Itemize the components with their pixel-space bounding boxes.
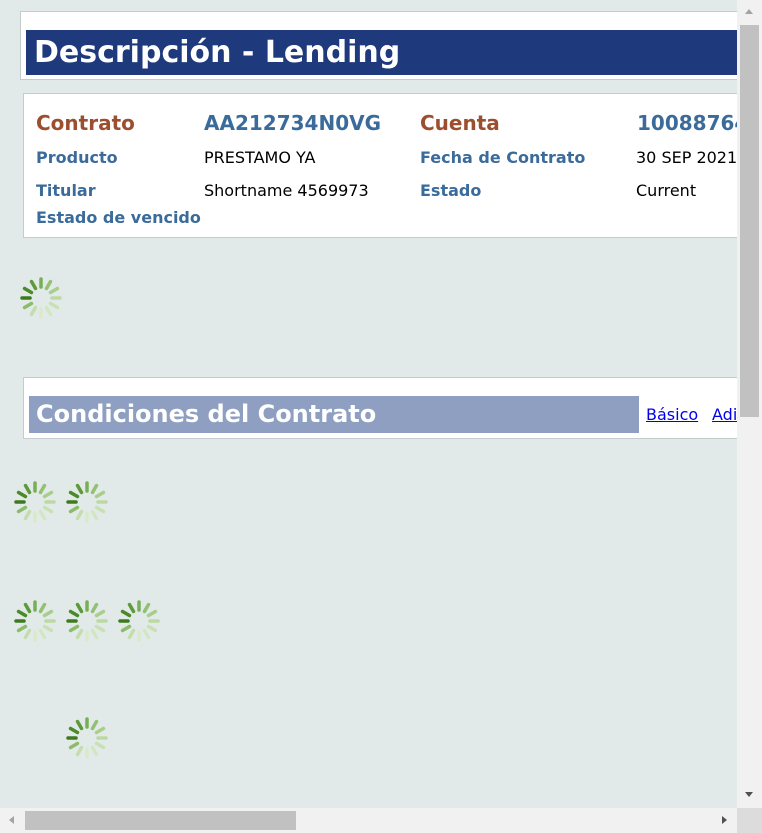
- spinner-spoke: [127, 628, 136, 640]
- spinner-spoke: [75, 628, 84, 640]
- spinner-spoke: [68, 741, 80, 750]
- spinner-spoke: [42, 609, 54, 618]
- cuenta-value: 10088764: [637, 111, 737, 135]
- spinner-spoke: [68, 624, 80, 633]
- spinner-spoke: [16, 624, 28, 633]
- spinner-spoke: [75, 483, 84, 495]
- spinner-spoke: [68, 505, 80, 514]
- spinner-spoke: [23, 602, 32, 614]
- spinner-spoke: [16, 609, 28, 618]
- adicional-link[interactable]: Adi: [712, 405, 737, 424]
- contract-details-panel: Contrato AA212734N0VG Cuenta 10088764 Pr…: [23, 93, 737, 238]
- spinner-spoke: [38, 483, 47, 495]
- spinner-spoke: [142, 602, 151, 614]
- producto-label: Producto: [36, 148, 118, 167]
- scroll-right-arrow-icon[interactable]: [722, 816, 727, 824]
- spinner-spoke: [23, 483, 32, 495]
- loading-spinner-icon: [118, 600, 160, 642]
- spinner-spoke: [142, 628, 151, 640]
- fecha-contrato-value: 30 SEP 2021: [636, 148, 737, 167]
- loading-spinner-icon: [66, 600, 108, 642]
- horizontal-scrollbar[interactable]: [0, 808, 737, 833]
- estado-label: Estado: [420, 181, 482, 200]
- spinner-spoke: [94, 741, 106, 750]
- spinner-spoke: [48, 301, 60, 310]
- estado-vencido-label: Estado de vencido: [36, 208, 201, 227]
- spinner-spoke: [120, 624, 132, 633]
- spinner-spoke: [16, 505, 28, 514]
- vertical-scrollbar[interactable]: [737, 0, 762, 808]
- conditions-panel: Condiciones del Contrato Básico Adi: [23, 377, 737, 439]
- spinner-spoke: [29, 279, 38, 291]
- spinner-spoke: [48, 286, 60, 295]
- cuenta-label: Cuenta: [420, 111, 500, 135]
- spinner-spoke: [94, 490, 106, 499]
- spinner-spoke: [23, 509, 32, 521]
- title-panel: Descripción - Lending: [20, 11, 737, 80]
- spinner-spoke: [38, 602, 47, 614]
- spinner-spoke: [90, 602, 99, 614]
- spinner-spoke: [90, 483, 99, 495]
- scroll-up-arrow-icon[interactable]: [745, 9, 753, 14]
- contrato-value: AA212734N0VG: [204, 111, 382, 135]
- producto-value: PRESTAMO YA: [204, 148, 316, 167]
- contrato-label: Contrato: [36, 111, 135, 135]
- scrollbar-corner: [737, 808, 762, 833]
- loading-spinner-icon: [20, 277, 62, 319]
- spinner-spoke: [22, 301, 34, 310]
- spinner-spoke: [94, 624, 106, 633]
- spinner-spoke: [75, 602, 84, 614]
- spinner-spoke: [44, 305, 53, 317]
- spinner-spoke: [22, 286, 34, 295]
- page-title: Descripción - Lending: [26, 30, 737, 75]
- spinner-spoke: [68, 726, 80, 735]
- spinner-spoke: [38, 628, 47, 640]
- loading-spinner-icon: [14, 481, 56, 523]
- estado-value: Current: [636, 181, 697, 200]
- scroll-down-arrow-icon[interactable]: [745, 792, 753, 797]
- spinner-spoke: [94, 505, 106, 514]
- spinner-spoke: [42, 490, 54, 499]
- spinner-spoke: [68, 490, 80, 499]
- spinner-spoke: [75, 719, 84, 731]
- spinner-spoke: [68, 609, 80, 618]
- spinner-spoke: [90, 745, 99, 757]
- spinner-spoke: [90, 628, 99, 640]
- spinner-spoke: [38, 509, 47, 521]
- loading-spinner-icon: [14, 600, 56, 642]
- spinner-spoke: [42, 505, 54, 514]
- spinner-spoke: [29, 305, 38, 317]
- loading-spinner-icon: [66, 481, 108, 523]
- spinner-spoke: [44, 279, 53, 291]
- spinner-spoke: [16, 490, 28, 499]
- conditions-title: Condiciones del Contrato: [29, 396, 639, 433]
- spinner-spoke: [146, 624, 158, 633]
- vertical-scroll-thumb[interactable]: [740, 25, 759, 417]
- fecha-contrato-label: Fecha de Contrato: [420, 148, 586, 167]
- spinner-spoke: [75, 509, 84, 521]
- spinner-spoke: [120, 609, 132, 618]
- spinner-spoke: [42, 624, 54, 633]
- spinner-spoke: [94, 609, 106, 618]
- spinner-spoke: [94, 726, 106, 735]
- scroll-left-arrow-icon[interactable]: [9, 816, 14, 824]
- spinner-spoke: [23, 628, 32, 640]
- basico-link[interactable]: Básico: [646, 405, 698, 424]
- spinner-spoke: [90, 509, 99, 521]
- spinner-spoke: [127, 602, 136, 614]
- page-viewport: Descripción - Lending Contrato AA212734N…: [0, 0, 737, 808]
- titular-label: Titular: [36, 181, 96, 200]
- spinner-spoke: [146, 609, 158, 618]
- loading-spinner-icon: [66, 717, 108, 759]
- spinner-spoke: [90, 719, 99, 731]
- spinner-spoke: [75, 745, 84, 757]
- horizontal-scroll-thumb[interactable]: [25, 811, 296, 830]
- titular-value: Shortname 4569973: [204, 181, 369, 200]
